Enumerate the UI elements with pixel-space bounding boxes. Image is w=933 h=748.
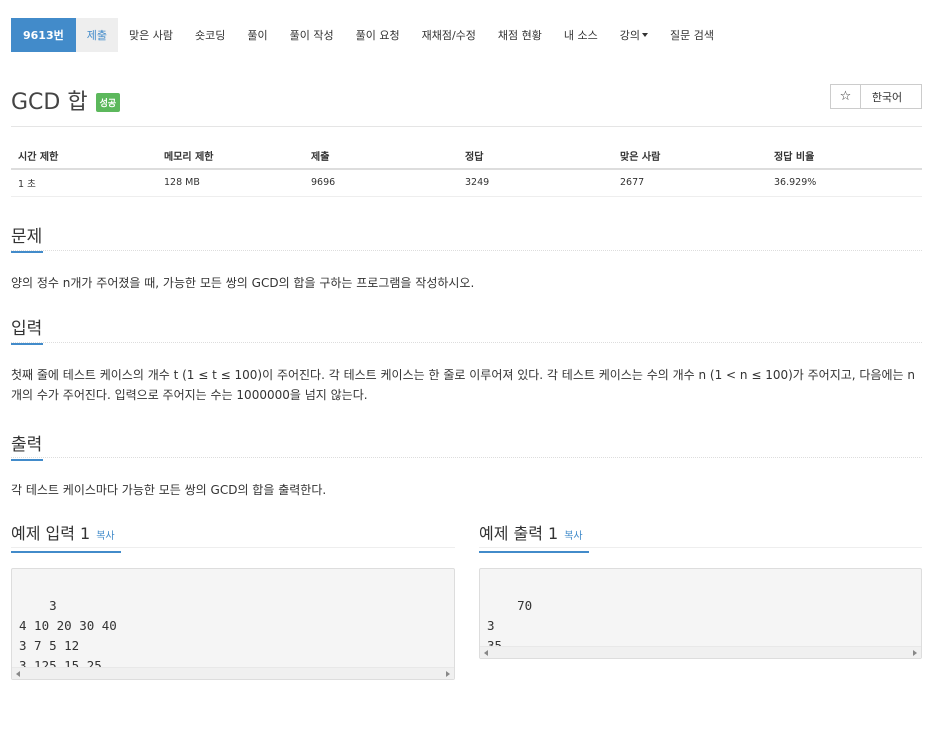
tab-my-source[interactable]: 내 소스 [553,18,609,52]
sample-output-box[interactable]: 70 3 35 [479,568,922,659]
tab-rejudge[interactable]: 재채점/수정 [411,18,487,52]
header-memory-limit: 메모리 제한 [157,142,304,170]
problem-section-label: 문제 [11,227,43,247]
ratio-value: 36.929% [767,169,922,197]
header-ratio: 정답 비율 [767,142,922,170]
output-section-title: 출력 [11,430,43,461]
submissions-value: 9696 [304,169,458,197]
tab-submit[interactable]: 제출 [75,18,118,52]
memory-limit-value: 128 MB [157,169,304,197]
section-underline [11,551,121,553]
scroll-right-icon[interactable] [913,650,917,656]
sample-input-box[interactable]: 3 4 10 20 30 40 3 7 5 12 3 125 15 25 [11,568,455,680]
tab-request-solution[interactable]: 풀이 요청 [345,18,411,52]
scroll-right-icon[interactable] [446,671,450,677]
tab-short-coding[interactable]: 숏코딩 [184,18,236,52]
sample-output-label: 예제 출력 1 [479,524,559,543]
sample-output-title: 예제 출력 1 복사 [479,520,589,553]
section-underline [11,459,43,461]
scroll-left-icon[interactable] [484,650,488,656]
horizontal-scrollbar[interactable] [12,667,454,679]
header-accepted: 정답 [458,142,613,170]
tab-status[interactable]: 채점 현황 [487,18,553,52]
section-divider [479,547,922,548]
section-divider [11,250,922,251]
problem-description: 양의 정수 n개가 주어졌을 때, 가능한 모든 쌍의 GCD의 합을 구하는 … [11,276,475,290]
tab-lectures-label: 강의 [619,29,640,42]
section-underline [11,343,43,345]
input-description: 첫째 줄에 테스트 케이스의 개수 t (1 ≤ t ≤ 100)이 주어진다.… [11,368,916,402]
language-label: 한국어 [871,90,903,104]
title-actions: ☆ 한국어 [830,84,922,109]
time-limit-value: 1 초 [11,169,157,197]
tab-write-solution[interactable]: 풀이 작성 [279,18,345,52]
star-button[interactable]: ☆ [830,84,861,109]
scroll-left-icon[interactable] [16,671,20,677]
section-underline [11,251,43,253]
problem-title: GCD 합 [11,90,88,115]
tab-problem-id[interactable]: 9613번 [11,18,76,52]
sample-input-title: 예제 입력 1 복사 [11,520,121,553]
solvers-value: 2677 [613,169,767,197]
tab-search-questions[interactable]: 질문 검색 [659,18,725,52]
tab-accepted-users[interactable]: 맞은 사람 [118,18,184,52]
section-underline [479,551,589,553]
horizontal-scrollbar[interactable] [480,646,921,658]
tab-solutions[interactable]: 풀이 [236,18,278,52]
table-row: 1 초 128 MB 9696 3249 2677 36.929% [11,169,922,197]
input-section-label: 입력 [11,319,43,339]
tab-lectures[interactable]: 강의 [609,18,659,52]
section-divider [11,457,922,458]
sample-output-text: 70 3 35 [487,598,533,653]
problem-page: 9613번 제출 맞은 사람 숏코딩 풀이 풀이 작성 풀이 요청 재채점/수정… [0,0,933,684]
output-section-label: 출력 [11,435,43,455]
accepted-value: 3249 [458,169,613,197]
header-solvers: 맞은 사람 [613,142,767,170]
section-divider [11,547,455,548]
star-icon: ☆ [839,89,852,104]
title-divider [11,126,922,127]
copy-input-button[interactable]: 복사 [96,531,114,542]
header-submissions: 제출 [304,142,458,170]
header-time-limit: 시간 제한 [11,142,157,170]
sample-input-label: 예제 입력 1 [11,524,91,543]
problem-info-table: 시간 제한 메모리 제한 제출 정답 맞은 사람 정답 비율 1 초 128 M… [11,142,922,197]
section-divider [11,342,922,343]
problem-section-title: 문제 [11,222,43,253]
status-badge: 성공 [95,92,121,112]
output-description: 각 테스트 케이스마다 가능한 모든 쌍의 GCD의 합을 출력한다. [11,483,327,497]
copy-output-button[interactable]: 복사 [564,531,582,542]
language-dropdown[interactable]: 한국어 [861,84,922,109]
sample-input-text: 3 4 10 20 30 40 3 7 5 12 3 125 15 25 [19,598,117,673]
input-section-title: 입력 [11,314,43,345]
table-header-row: 시간 제한 메모리 제한 제출 정답 맞은 사람 정답 비율 [11,142,922,170]
problem-title-row: GCD 합 성공 [11,84,121,116]
caret-down-icon [641,33,648,37]
problem-nav: 9613번 제출 맞은 사람 숏코딩 풀이 풀이 작성 풀이 요청 재채점/수정… [11,18,725,52]
